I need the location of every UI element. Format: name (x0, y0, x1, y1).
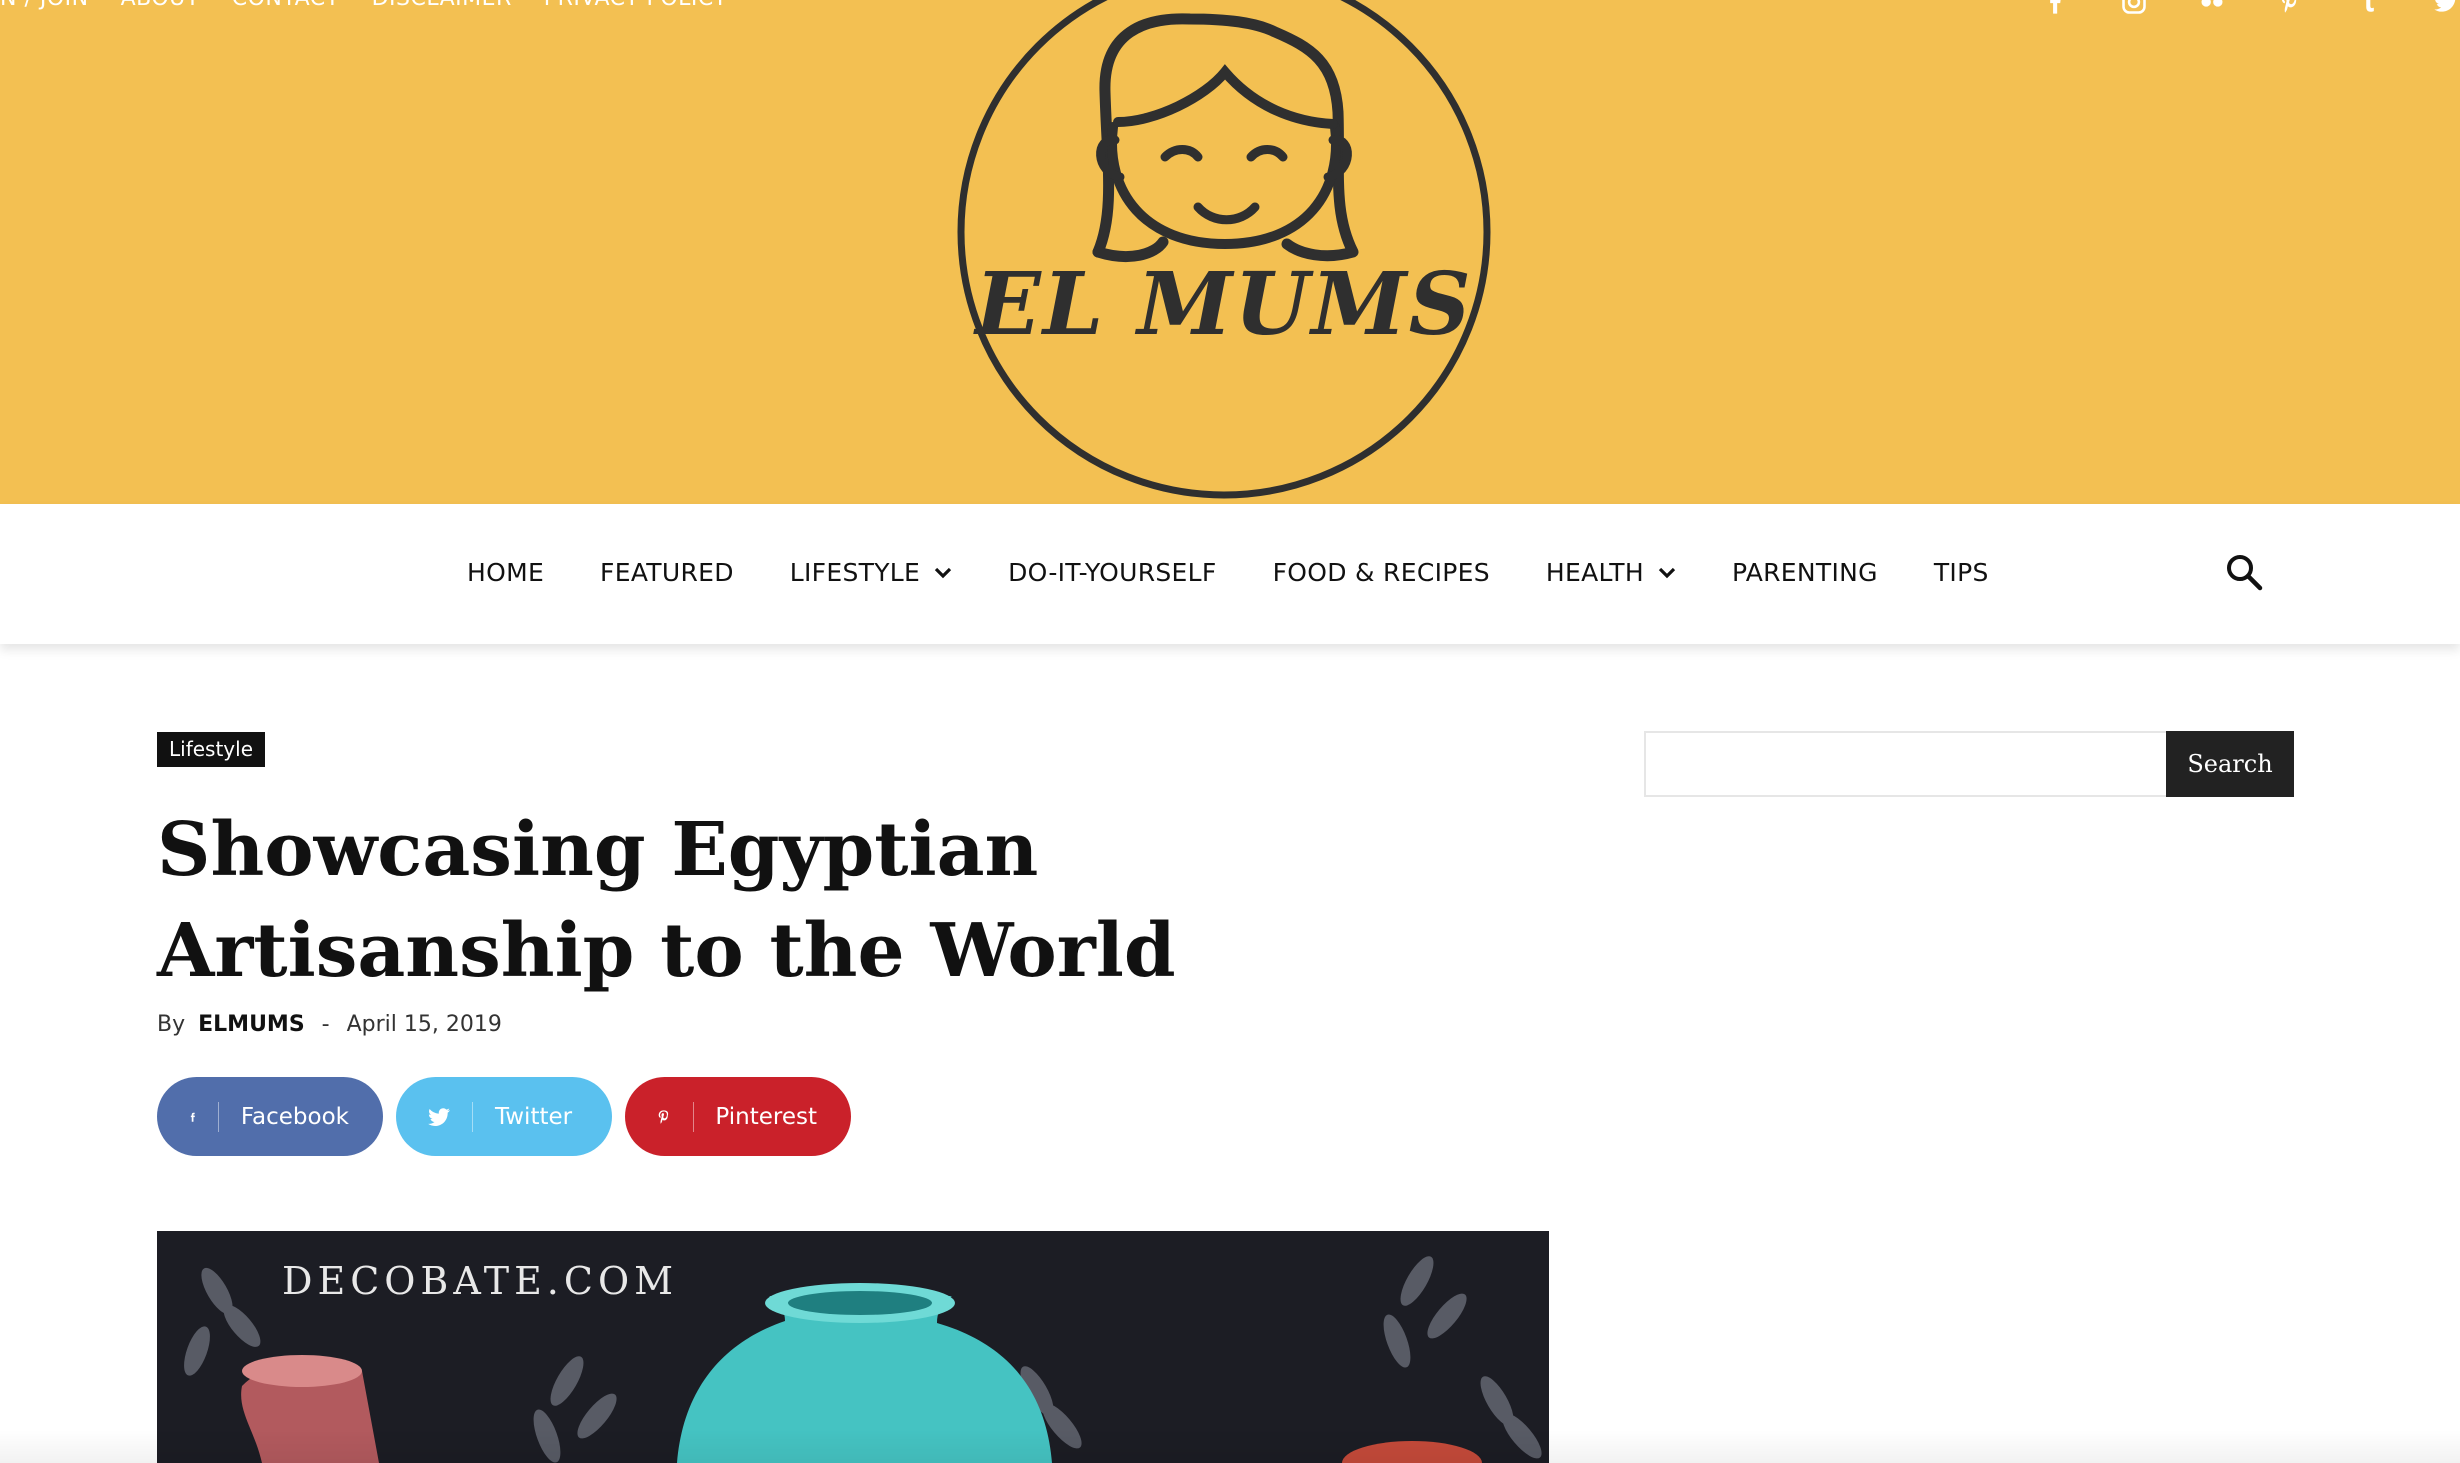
top-link-about[interactable]: ABOUT (121, 0, 200, 11)
facebook-icon[interactable] (2042, 0, 2070, 14)
share-buttons: Facebook Twitter Pinterest (157, 1077, 851, 1156)
article-title: Showcasing Egyptian Artisanship to the W… (157, 807, 1176, 994)
header-band: N / JOIN ABOUT CONTACT DISCLAIMER PRIVAC… (0, 0, 2460, 504)
nav-item-tips[interactable]: TIPS (1934, 558, 1989, 587)
share-twitter-button[interactable]: Twitter (396, 1077, 612, 1156)
top-links: N / JOIN ABOUT CONTACT DISCLAIMER PRIVAC… (0, 0, 727, 11)
pinterest-icon[interactable] (2276, 0, 2304, 13)
post-date: April 15, 2019 (346, 1012, 502, 1037)
nav-label: FOOD & RECIPES (1272, 558, 1490, 587)
share-twitter-label: Twitter (495, 1103, 573, 1130)
chevron-down-icon (934, 567, 952, 578)
flickr-icon[interactable] (2198, 0, 2226, 12)
byline-prefix: By (157, 1012, 186, 1037)
instagram-icon[interactable] (2120, 0, 2148, 14)
share-pinterest-label: Pinterest (715, 1103, 817, 1130)
site-logo[interactable]: EL MUMS (955, 0, 1493, 500)
nav-item-do-it-yourself[interactable]: DO-IT-YOURSELF (1008, 558, 1216, 587)
share-facebook-label: Facebook (240, 1103, 349, 1130)
nav-label: HEALTH (1545, 558, 1644, 587)
tumblr-icon[interactable] (2354, 0, 2382, 12)
nav-label: FEATURED (600, 558, 734, 587)
top-link-disclaimer[interactable]: DISCLAIMER (372, 0, 512, 11)
nav-item-lifestyle[interactable]: LIFESTYLE (790, 558, 952, 587)
chevron-down-icon (1658, 567, 1676, 578)
logo-wordmark: EL MUMS (975, 254, 1473, 355)
nav-item-featured[interactable]: FEATURED (600, 558, 734, 587)
twitter-icon[interactable] (2432, 0, 2460, 12)
main-navigation: HOME FEATURED LIFESTYLE DO-IT-YOURSELF F… (0, 504, 2460, 644)
featured-image-caption: DECOBATE.COM (282, 1259, 679, 1303)
nav-label: PARENTING (1731, 558, 1878, 587)
author-link[interactable]: ELMUMS (198, 1012, 305, 1037)
nav-item-parenting[interactable]: PARENTING (1732, 558, 1878, 587)
nav-menu: HOME FEATURED LIFESTYLE DO-IT-YOURSELF F… (467, 558, 2045, 587)
pinterest-icon (658, 1109, 669, 1124)
sidebar-search: Search (1644, 731, 2294, 797)
facebook-icon (190, 1112, 195, 1122)
search-button[interactable]: Search (2166, 731, 2294, 797)
nav-item-health[interactable]: HEALTH (1546, 558, 1676, 587)
button-divider (692, 1101, 694, 1132)
social-links (2042, 0, 2460, 14)
nav-label: HOME (467, 558, 545, 587)
byline-separator: - (321, 1012, 330, 1037)
nav-label: LIFESTYLE (789, 558, 921, 587)
top-link-privacy-policy[interactable]: PRIVACY POLICY (544, 0, 728, 11)
top-link-contact[interactable]: CONTACT (232, 0, 340, 11)
nav-item-home[interactable]: HOME (467, 558, 544, 587)
nav-item-food-recipes[interactable]: FOOD & RECIPES (1273, 558, 1490, 587)
nav-label: DO-IT-YOURSELF (1008, 558, 1217, 587)
search-input[interactable] (1644, 731, 2166, 797)
share-pinterest-button[interactable]: Pinterest (625, 1077, 851, 1156)
share-facebook-button[interactable]: Facebook (157, 1077, 383, 1156)
nav-label: TIPS (1933, 558, 1989, 587)
featured-image: DECOBATE.COM (157, 1231, 1549, 1463)
byline: By ELMUMS - April 15, 2019 (157, 1012, 502, 1037)
button-divider (472, 1101, 473, 1132)
search-icon[interactable] (2224, 552, 2264, 592)
category-badge[interactable]: Lifestyle (157, 732, 266, 767)
top-link-join[interactable]: N / JOIN (0, 0, 89, 11)
twitter-icon (428, 1107, 450, 1126)
